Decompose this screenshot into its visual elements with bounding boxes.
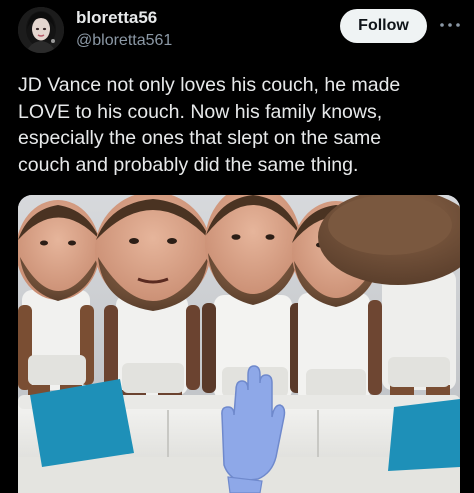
tweet-header: bloretta56 @bloretta561 Follow [0,0,474,60]
author-avatar[interactable] [18,7,64,53]
avatar-portrait-icon [18,7,64,53]
tweet-media-photo[interactable] [18,195,460,493]
meme-photo [18,195,460,493]
tweet-text: JD Vance not only loves his couch, he ma… [18,74,401,176]
author-names: bloretta56 @bloretta561 [76,9,172,49]
author-display-name[interactable]: bloretta56 [76,9,172,26]
pillow-right [388,399,460,471]
more-horizontal-icon[interactable] [438,14,462,36]
author-handle[interactable]: @bloretta561 [76,33,172,49]
follow-button[interactable]: Follow [340,9,427,43]
